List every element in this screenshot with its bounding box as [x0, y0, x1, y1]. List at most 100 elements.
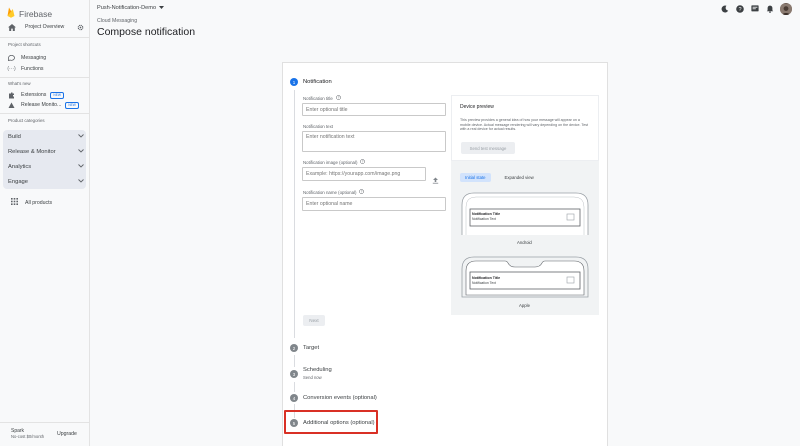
new-badge: NEW [50, 91, 64, 99]
tab-expanded-view[interactable]: Expanded view [500, 173, 539, 182]
category-engage[interactable]: Engage [8, 177, 84, 187]
chevron-down-icon [78, 164, 84, 170]
help-icon[interactable]: ? [735, 5, 744, 14]
field-label-text: Notification title [303, 95, 333, 101]
step-title-notification[interactable]: Notification [303, 79, 332, 85]
apple-notification-text: Notification Text [472, 281, 496, 285]
sidebar-item-label: Functions [21, 66, 44, 72]
step-number: 3 [290, 370, 298, 378]
sidebar-item-extensions[interactable]: Extensions NEW [8, 90, 64, 100]
device-preview-title: Device preview [460, 104, 494, 110]
dark-mode-icon[interactable] [720, 5, 729, 14]
sidebar-divider [0, 113, 90, 114]
chevron-down-icon [78, 179, 84, 185]
sidebar-item-release-monitor[interactable]: Release Monito... NEW [8, 100, 79, 110]
project-name: Push-Notification-Demo [97, 5, 157, 11]
category-release-monitor[interactable]: Release & Monitor [8, 147, 84, 157]
sidebar-divider [0, 77, 90, 78]
step-number: 2 [290, 344, 298, 352]
android-notification-title: Notification Title [472, 212, 501, 216]
device-preview: Device preview This preview provides a g… [451, 95, 599, 315]
svg-text:?: ? [337, 96, 339, 100]
field-label-text: Notification name (optional) [303, 189, 357, 195]
category-label: Release & Monitor [8, 149, 56, 155]
step-title-scheduling[interactable]: Scheduling [303, 367, 332, 373]
android-label: Android [517, 240, 532, 245]
notifications-bell-icon[interactable] [765, 5, 774, 14]
device-preview-description: This preview provides a general idea of … [460, 118, 588, 132]
step-number: 1 [290, 78, 298, 86]
category-analytics[interactable]: Analytics [8, 162, 84, 172]
chevron-down-icon [78, 149, 84, 155]
svg-text:?: ? [361, 190, 363, 194]
category-label: Build [8, 134, 21, 140]
highlight-box [284, 410, 378, 434]
release-monitor-icon [8, 102, 15, 109]
category-label: Analytics [8, 164, 32, 170]
preview-tabs: Initial state Expanded view [451, 171, 539, 183]
extensions-icon [8, 92, 15, 99]
gear-icon[interactable] [77, 18, 85, 36]
sidebar-item-label: Extensions [21, 92, 47, 98]
project-switcher[interactable]: Push-Notification-Demo [97, 5, 165, 11]
help-circle-icon[interactable]: ? [360, 159, 366, 165]
plan-price: No-cost $0/month [11, 434, 45, 439]
shortcuts-label: Project shortcuts [8, 42, 41, 47]
page-title: Compose notification [97, 26, 196, 38]
upgrade-button[interactable]: Upgrade [57, 431, 77, 437]
caret-down-icon [159, 5, 165, 11]
notification-text-input[interactable] [302, 131, 446, 152]
text-field-label: Notification text [303, 124, 333, 129]
step-subtitle-scheduling: Send now [303, 375, 322, 380]
all-products-link[interactable]: All products [11, 198, 52, 207]
next-button[interactable]: Next [303, 315, 325, 326]
apple-notification-title: Notification Title [472, 276, 501, 280]
sidebar-item-functions[interactable]: (···) Functions [7, 64, 44, 74]
breadcrumb[interactable]: Cloud Messaging [97, 18, 137, 24]
header: Push-Notification-Demo Cloud Messaging C… [90, 0, 800, 44]
sidebar-item-label: Release Monito... [21, 102, 62, 108]
notification-title-input[interactable] [302, 103, 446, 116]
field-label-text: Notification text [303, 124, 334, 129]
category-label: Engage [8, 179, 28, 185]
all-products-label: All products [25, 199, 53, 206]
functions-icon: (···) [7, 66, 16, 72]
feedback-icon[interactable] [750, 5, 759, 14]
field-label-text: Notification image (optional) [303, 159, 358, 165]
svg-text:?: ? [738, 7, 741, 13]
new-badge: NEW [65, 101, 79, 109]
help-circle-icon[interactable]: ? [359, 189, 365, 195]
stepper-line [294, 355, 295, 367]
title-field-label: Notification title ? [303, 95, 341, 101]
upload-icon[interactable] [432, 171, 440, 184]
notification-image-input[interactable] [302, 167, 426, 181]
send-test-message-button[interactable]: Send test message [461, 142, 515, 154]
sidebar-item-messaging[interactable]: Messaging [8, 53, 46, 63]
name-field-label: Notification name (optional) ? [303, 189, 365, 195]
home-icon [8, 18, 18, 36]
sidebar: Firebase Project Overview Project shortc… [0, 0, 90, 446]
stepper-line [294, 382, 295, 392]
help-circle-icon[interactable]: ? [335, 95, 341, 101]
tab-initial-state[interactable]: Initial state [460, 172, 491, 182]
stepper-line [294, 90, 295, 338]
project-overview-link[interactable]: Project Overview [5, 21, 87, 33]
step-title-conversion-events[interactable]: Conversion events (optional) [303, 395, 377, 401]
image-field-label: Notification image (optional) ? [303, 159, 366, 165]
categories-label: Product categories [8, 118, 45, 123]
category-build[interactable]: Build [8, 132, 84, 142]
step-title-target[interactable]: Target [303, 345, 319, 351]
notification-name-input[interactable] [302, 197, 446, 211]
user-avatar[interactable] [780, 3, 792, 15]
whats-new-label: What's new [8, 81, 31, 86]
chevron-down-icon [78, 134, 84, 140]
plan-info: Spark No-cost $0/month [11, 428, 44, 440]
project-overview-label: Project Overview [25, 24, 65, 30]
grid-icon [11, 198, 18, 207]
brand-name: Firebase [19, 9, 53, 19]
sidebar-divider [0, 422, 90, 423]
sidebar-divider [0, 37, 90, 38]
messaging-icon [8, 55, 15, 61]
android-notification-text: Notification Text [472, 217, 496, 221]
svg-text:?: ? [362, 160, 364, 164]
